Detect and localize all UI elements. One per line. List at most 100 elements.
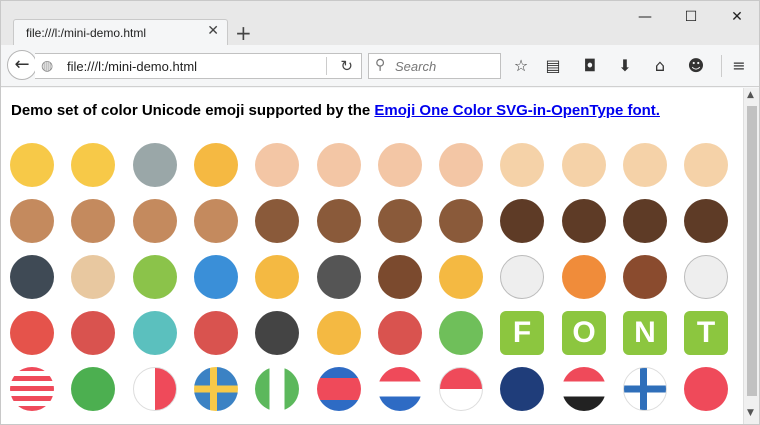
scroll-up-icon[interactable]: ▲ [747,90,754,100]
girl-medium-icon [71,199,115,243]
globe-icon [194,255,238,299]
tab-mini-demo[interactable]: file:///l:/mini-demo.html ✕ [13,19,228,47]
download-icon[interactable]: ⬇ [613,54,637,78]
woman-icon [439,143,483,187]
flag-indonesia-icon [439,367,483,411]
money-with-wings-emoji [437,309,487,359]
letter-n-emoji: N [621,309,671,359]
close-icon[interactable]: ✕ [207,23,219,39]
girl-darker-icon [562,199,606,243]
flag-new-zealand-icon [500,367,544,411]
woman-light-icon [684,143,728,187]
letter-o-icon: O [562,311,606,355]
chocolate-bar-emoji [376,253,426,303]
reload-icon[interactable]: ↻ [340,57,353,75]
flag-brazil-emoji [69,365,119,415]
man-medium-icon [133,199,177,243]
flag-cambodia-icon [317,367,361,411]
flag-malta-icon [133,367,177,411]
flag-china-icon [684,367,728,411]
reader-list-icon[interactable]: ▤ [541,54,565,78]
new-tab-button[interactable]: + [235,21,252,45]
heading-text: Demo set of color Unicode emoji supporte… [11,102,375,119]
beer-mugs-emoji [437,253,487,303]
snail-emoji [131,253,181,303]
man-darker-emoji [621,197,671,247]
url-bar[interactable]: ◍ file:///l:/mini-demo.html ↻ [35,53,362,79]
url-separator [326,57,327,75]
globe-emoji [192,253,242,303]
robot-face-emoji [131,141,181,191]
scroll-down-icon[interactable]: ▼ [747,408,754,418]
japanese-castle-icon [71,311,115,355]
statue-of-liberty-emoji [131,309,181,359]
pot-of-food-emoji [315,253,365,303]
url-text: file:///l:/mini-demo.html [67,59,198,74]
pocket-icon[interactable]: ◘ [578,54,602,78]
flag-us-icon [10,367,54,411]
train-emoji [192,309,242,359]
woman-darker-icon [684,199,728,243]
man-darker-icon [623,199,667,243]
letter-n-icon: N [623,311,667,355]
home-icon[interactable]: ⌂ [648,54,672,78]
window-close-button[interactable]: ✕ [715,5,759,29]
scroll-thumb[interactable] [747,106,757,396]
bookmark-star-icon[interactable]: ☆ [509,54,533,78]
flag-finland-icon [623,367,667,411]
flag-finland-emoji [621,365,671,415]
boy-dark-emoji [253,197,303,247]
flag-croatia-icon [378,367,422,411]
flag-nigeria-emoji [253,365,303,415]
cat-face-icon [10,255,54,299]
search-input[interactable]: ⚲ Search [368,53,501,79]
boy-darker-icon [500,199,544,243]
family-emoji [192,141,242,191]
chat-icon[interactable]: ☻ [684,54,708,78]
letter-f-emoji: F [498,309,548,359]
woman-dark-emoji [437,197,487,247]
flag-us-emoji [8,365,58,415]
calendar-emoji [376,309,426,359]
flag-new-zealand-emoji [498,365,548,415]
browser-window: file:///l:/mini-demo.html ✕ + — ☐ ✕ ← ◍ … [0,0,760,425]
man-dark-emoji [376,197,426,247]
cat-face-emoji [8,253,58,303]
emoji-one-link[interactable]: Emoji One Color SVG-in-OpenType font. [374,102,660,119]
american-football-emoji [621,253,671,303]
minimize-button[interactable]: — [623,5,667,29]
woman-medium-emoji [192,197,242,247]
boy-darker-emoji [498,197,548,247]
letter-t-icon: T [684,311,728,355]
boy-icon [255,143,299,187]
pot-of-food-icon [317,255,361,299]
man-light-emoji [621,141,671,191]
pizza-emoji [253,253,303,303]
boy-emoji [253,141,303,191]
flag-nigeria-icon [255,367,299,411]
girl-light-emoji [560,141,610,191]
flag-indonesia-emoji [437,365,487,415]
vertical-scrollbar[interactable]: ▲ ▼ [743,88,759,424]
grinning-face-icon [10,143,54,187]
american-football-icon [623,255,667,299]
boy-light-icon [500,143,544,187]
girl-icon [317,143,361,187]
party-popper-icon [317,311,361,355]
girl-emoji [315,141,365,191]
letter-o-emoji: O [560,309,610,359]
girl-medium-emoji [69,197,119,247]
maximize-button[interactable]: ☐ [669,5,713,29]
flag-cambodia-emoji [315,365,365,415]
smiling-face-with-sunglasses-emoji [69,141,119,191]
toolbar-separator [721,55,722,77]
basketball-icon [562,255,606,299]
boy-medium-emoji [8,197,58,247]
chocolate-bar-icon [378,255,422,299]
back-button[interactable]: ← [7,50,37,80]
flag-sweden-icon [194,367,238,411]
menu-icon[interactable]: ≡ [727,54,751,78]
flag-malta-emoji [131,365,181,415]
woman-light-emoji [682,141,732,191]
calendar-icon [378,311,422,355]
